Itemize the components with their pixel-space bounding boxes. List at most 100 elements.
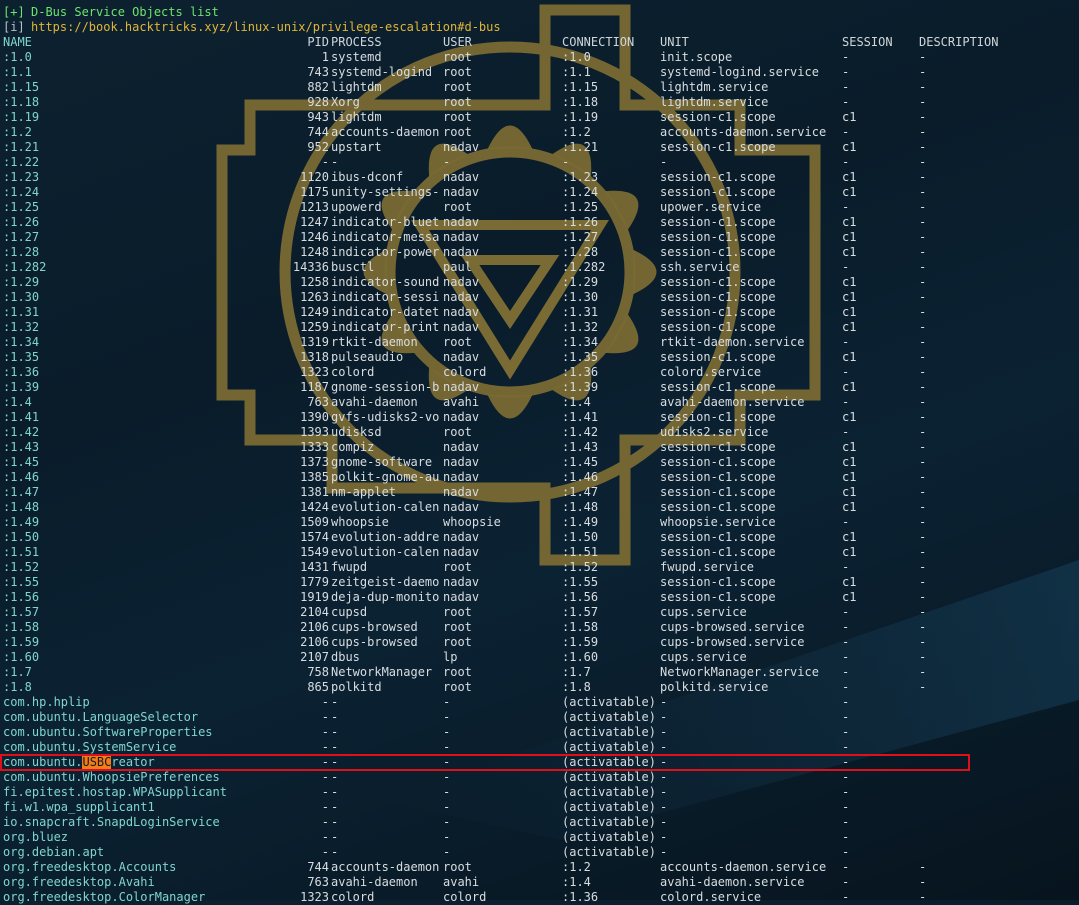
cell-name: :1.22 bbox=[3, 155, 40, 169]
cell-user: - bbox=[443, 155, 451, 169]
cell-user: nadav bbox=[443, 455, 480, 469]
cell-connection: :1.46 bbox=[562, 470, 599, 484]
cell-session: - bbox=[842, 635, 850, 649]
cell-user: root bbox=[443, 80, 472, 94]
cell-user: colord bbox=[443, 365, 487, 379]
cell-session: c1 bbox=[842, 305, 857, 319]
cell-user: root bbox=[443, 635, 472, 649]
cell-description: - bbox=[919, 65, 927, 79]
cell-description: - bbox=[919, 395, 927, 409]
table-row: :1.47 1381 nm-applet nadav:1.47 session-c1.s… bbox=[3, 485, 1079, 500]
cell-user: nadav bbox=[443, 530, 480, 544]
cell-session: - bbox=[842, 260, 850, 274]
cell-user: avahi bbox=[443, 395, 480, 409]
cell-connection: (activatable) bbox=[562, 725, 656, 739]
table-row: :1.32 1259 indicator-print nadav:1.32 sessio… bbox=[3, 320, 1079, 335]
cell-pid: 1246 bbox=[300, 230, 329, 244]
cell-user: nadav bbox=[443, 410, 480, 424]
cell-user: nadav bbox=[443, 245, 480, 259]
cell-pid: 1390 bbox=[300, 410, 329, 424]
cell-process: evolution-addre bbox=[331, 530, 440, 544]
cell-description: - bbox=[919, 215, 927, 229]
cell-session: - bbox=[842, 815, 850, 829]
col-pid: PID bbox=[307, 35, 329, 49]
cell-description: - bbox=[919, 125, 927, 139]
cell-name: org.freedesktop.Avahi bbox=[3, 875, 155, 889]
cell-unit: fwupd.service bbox=[660, 560, 754, 574]
cell-pid: 758 bbox=[307, 665, 329, 679]
cell-name: :1.27 bbox=[3, 230, 40, 244]
terminal-output[interactable]: [+] D-Bus Service Objects list [i] https… bbox=[3, 5, 1079, 905]
cell-session: c1 bbox=[842, 500, 857, 514]
cell-description: - bbox=[919, 470, 927, 484]
cell-description: - bbox=[919, 650, 927, 664]
cell-connection: :1.7 bbox=[562, 665, 591, 679]
cell-connection: :1.36 bbox=[562, 890, 599, 904]
cell-connection: :1.1 bbox=[562, 65, 591, 79]
cell-session: c1 bbox=[842, 410, 857, 424]
cell-session: c1 bbox=[842, 530, 857, 544]
cell-user: - bbox=[443, 845, 451, 859]
cell-user: paul bbox=[443, 260, 472, 274]
cell-connection: :1.60 bbox=[562, 650, 599, 664]
cell-user: root bbox=[443, 95, 472, 109]
cell-pid: 1323 bbox=[300, 365, 329, 379]
cell-session: - bbox=[842, 740, 850, 754]
cell-unit: - bbox=[660, 695, 668, 709]
cell-connection: :1.15 bbox=[562, 80, 599, 94]
cell-process: - bbox=[331, 755, 339, 769]
cell-unit: polkitd.service bbox=[660, 680, 769, 694]
header-info-line: [i] https://book.hacktricks.xyz/linux-un… bbox=[3, 20, 1079, 35]
cell-connection: :1.50 bbox=[562, 530, 599, 544]
cell-name: :1.41 bbox=[3, 410, 40, 424]
cell-session: - bbox=[842, 800, 850, 814]
cell-unit: session-c1.scope bbox=[660, 245, 776, 259]
cell-session: c1 bbox=[842, 230, 857, 244]
table-row: com.hp.hplip - - - (activatable) - - bbox=[3, 695, 1079, 710]
cell-session: - bbox=[842, 725, 850, 739]
cell-name: :1.18 bbox=[3, 95, 40, 109]
cell-unit: avahi-daemon.service bbox=[660, 395, 805, 409]
cell-name: :1.8 bbox=[3, 680, 32, 694]
cell-pid: 1213 bbox=[300, 200, 329, 214]
cell-pid: 1574 bbox=[300, 530, 329, 544]
cell-unit: - bbox=[660, 710, 668, 724]
cell-name: :1.60 bbox=[3, 650, 40, 664]
reference-link[interactable]: https://book.hacktricks.xyz/linux-unix/p… bbox=[31, 20, 501, 35]
cell-unit: session-c1.scope bbox=[660, 575, 776, 589]
table-row: com.ubuntu.SoftwareProperties - - - (activat… bbox=[3, 725, 1079, 740]
search-match-highlight: USBC bbox=[82, 755, 112, 769]
cell-connection: :1.21 bbox=[562, 140, 599, 154]
cell-unit: NetworkManager.service bbox=[660, 665, 819, 679]
cell-session: - bbox=[842, 770, 850, 784]
cell-user: - bbox=[443, 785, 451, 799]
cell-unit: udisks2.service bbox=[660, 425, 769, 439]
cell-pid: - bbox=[321, 725, 329, 739]
table-row: fi.w1.wpa_supplicant1- - - (activatable) - - bbox=[3, 800, 1079, 815]
cell-description: - bbox=[919, 590, 927, 604]
cell-name: :1.57 bbox=[3, 605, 40, 619]
cell-pid: 952 bbox=[307, 140, 329, 154]
cell-user: - bbox=[443, 815, 451, 829]
cell-pid: 1247 bbox=[300, 215, 329, 229]
table-row: :1.18 928 Xorg root:1.18 lightdm.service - - bbox=[3, 95, 1079, 110]
cell-user: nadav bbox=[443, 305, 480, 319]
title-prefix: [+] bbox=[3, 5, 25, 19]
cell-connection: :1.28 bbox=[562, 245, 599, 259]
column-header-row: NAME PID PROCESS USER CONNECTION UNIT SE… bbox=[3, 35, 1079, 50]
cell-session: - bbox=[842, 365, 850, 379]
cell-process: busctl bbox=[331, 260, 375, 274]
cell-unit: session-c1.scope bbox=[660, 305, 776, 319]
table-row: :1.28 1248 indicator-power nadav:1.28 sessio… bbox=[3, 245, 1079, 260]
cell-unit: cups-browsed.service bbox=[660, 620, 805, 634]
cell-unit: session-c1.scope bbox=[660, 350, 776, 364]
cell-process: cups-browsed bbox=[331, 635, 418, 649]
title-text: D-Bus Service Objects list bbox=[31, 5, 219, 19]
cell-connection: :1.57 bbox=[562, 605, 599, 619]
cell-unit: session-c1.scope bbox=[660, 230, 776, 244]
cell-description: - bbox=[919, 410, 927, 424]
cell-connection: (activatable) bbox=[562, 710, 656, 724]
cell-pid: 1393 bbox=[300, 425, 329, 439]
cell-unit: - bbox=[660, 815, 668, 829]
cell-name: :1.35 bbox=[3, 350, 40, 364]
